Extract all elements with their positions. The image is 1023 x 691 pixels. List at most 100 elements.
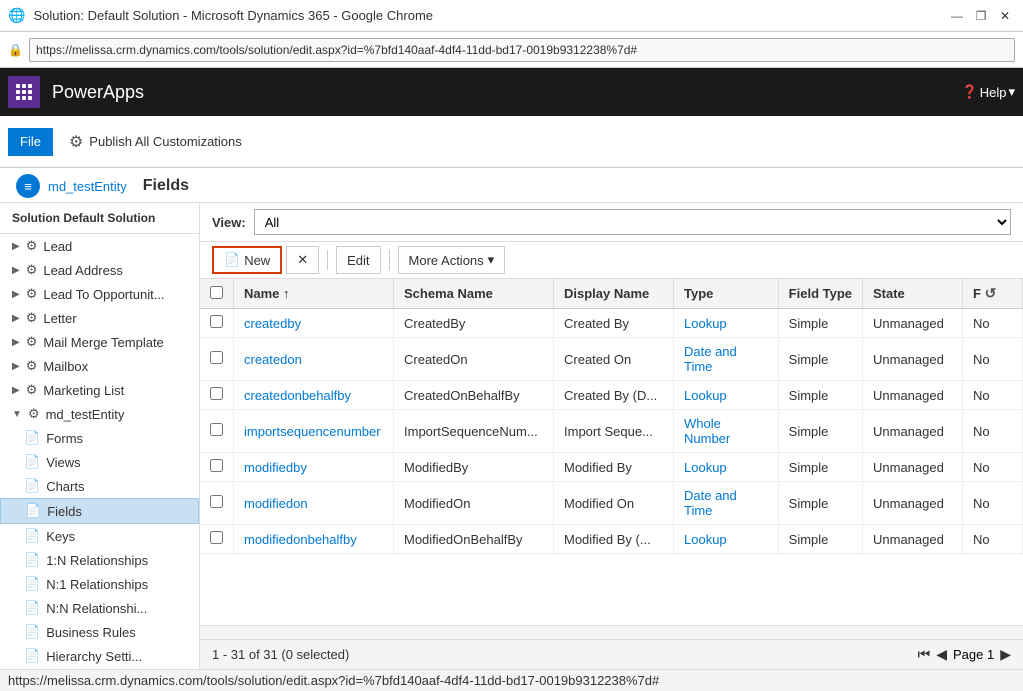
publish-button[interactable]: ⚙ Publish All Customizations [69, 132, 242, 152]
col-name[interactable]: Name ↑ [234, 279, 394, 309]
cell-state: Unmanaged [863, 525, 963, 554]
table-row[interactable]: createdonCreatedOnCreated OnDate and Tim… [200, 338, 1023, 381]
cell-link-name[interactable]: modifiedonbehalfby [244, 532, 357, 547]
cell-link-name[interactable]: createdonbehalfby [244, 388, 351, 403]
sidebar-item-business-rules[interactable]: 📄Business Rules [0, 620, 199, 644]
table-row[interactable]: modifiedbyModifiedByModified ByLookupSim… [200, 453, 1023, 482]
sidebar-item-lead-to-opp[interactable]: ▶⚙Lead To Opportunit... [0, 282, 199, 306]
cell-name[interactable]: createdon [234, 338, 394, 381]
cell-link-name[interactable]: createdon [244, 352, 302, 367]
sidebar: Solution Default Solution ▶⚙Lead▶⚙Lead A… [0, 203, 200, 669]
view-select[interactable]: All [254, 209, 1011, 235]
row-checkbox[interactable] [210, 531, 223, 544]
help-button[interactable]: ❓ Help ▾ [962, 84, 1015, 100]
row-checkbox[interactable] [210, 495, 223, 508]
cell-link-type[interactable]: Lookup [684, 316, 727, 331]
table-row[interactable]: createdbyCreatedByCreated ByLookupSimple… [200, 309, 1023, 338]
fields-table-container[interactable]: Name ↑ Schema Name Display Name Type Fie… [200, 279, 1023, 625]
breadcrumb-entity-link[interactable]: md_testEntity [48, 179, 127, 194]
cell-name[interactable]: createdby [234, 309, 394, 338]
cell-link-name[interactable]: modifiedby [244, 460, 307, 475]
expand-icon[interactable]: ▶ [12, 385, 20, 396]
cell-name[interactable]: importsequencenumber [234, 410, 394, 453]
sidebar-item-hierarchy-settings[interactable]: 📄Hierarchy Setti... [0, 644, 199, 668]
item-type-icon: ⚙ [26, 382, 38, 398]
sidebar-item-letter[interactable]: ▶⚙Letter [0, 306, 199, 330]
horizontal-scrollbar[interactable] [200, 625, 1023, 639]
row-checkbox[interactable] [210, 351, 223, 364]
sidebar-item-charts[interactable]: 📄Charts [0, 474, 199, 498]
cell-link-type[interactable]: Lookup [684, 460, 727, 475]
close-btn[interactable]: ✕ [995, 6, 1015, 26]
cell-name[interactable]: modifiedon [234, 482, 394, 525]
main-layout: Solution Default Solution ▶⚙Lead▶⚙Lead A… [0, 203, 1023, 669]
cell-link-name[interactable]: modifiedon [244, 496, 308, 511]
new-button[interactable]: 📄 New [212, 246, 282, 274]
sidebar-item-fields[interactable]: 📄Fields [0, 498, 199, 524]
cell-link-type[interactable]: Date and Time [684, 488, 737, 518]
cell-name[interactable]: modifiedonbehalfby [234, 525, 394, 554]
edit-button[interactable]: Edit [336, 246, 380, 274]
col-state[interactable]: State [863, 279, 963, 309]
expand-icon[interactable]: ▶ [12, 337, 20, 348]
table-row[interactable]: modifiedonbehalfbyModifiedOnBehalfByModi… [200, 525, 1023, 554]
sidebar-item-keys[interactable]: 📄Keys [0, 524, 199, 548]
more-actions-button[interactable]: More Actions ▾ [398, 246, 506, 274]
cell-link-name[interactable]: createdby [244, 316, 301, 331]
col-type[interactable]: Type [674, 279, 779, 309]
minimize-btn[interactable]: — [947, 6, 967, 26]
sidebar-item-1n-relationships[interactable]: 📄1:N Relationships [0, 548, 199, 572]
prev-page-button[interactable]: ◀ [936, 646, 947, 663]
table-row[interactable]: createdonbehalfbyCreatedOnBehalfByCreate… [200, 381, 1023, 410]
refresh-icon[interactable]: ↺ [985, 285, 997, 301]
expand-icon[interactable]: ▶ [12, 361, 20, 372]
sidebar-item-mailbox[interactable]: ▶⚙Mailbox [0, 354, 199, 378]
sidebar-item-marketing-list[interactable]: ▶⚙Marketing List [0, 378, 199, 402]
expand-icon[interactable]: ▼ [12, 409, 22, 420]
cell-f: No [963, 482, 1023, 525]
expand-icon[interactable]: ▶ [12, 289, 20, 300]
next-page-button[interactable]: ▶ [1000, 646, 1011, 663]
expand-icon[interactable]: ▶ [12, 241, 20, 252]
cell-name[interactable]: createdonbehalfby [234, 381, 394, 410]
waffle-menu-button[interactable] [8, 76, 40, 108]
cell-link-name[interactable]: importsequencenumber [244, 424, 381, 439]
sidebar-item-forms[interactable]: 📄Forms [0, 426, 199, 450]
sidebar-item-lead-address[interactable]: ▶⚙Lead Address [0, 258, 199, 282]
cell-link-type[interactable]: Lookup [684, 388, 727, 403]
file-button[interactable]: File [8, 128, 53, 156]
cell-fieldType: Simple [778, 525, 862, 554]
first-page-button[interactable]: ⏮ [918, 646, 931, 663]
select-all-checkbox[interactable] [210, 286, 223, 299]
col-checkbox[interactable] [200, 279, 234, 309]
cell-link-type[interactable]: Whole Number [684, 416, 730, 446]
row-checkbox[interactable] [210, 315, 223, 328]
sidebar-item-md-test-entity[interactable]: ▼⚙md_testEntity [0, 402, 199, 426]
sidebar-item-n1-relationships[interactable]: 📄N:1 Relationships [0, 572, 199, 596]
col-f[interactable]: F ↺ [963, 279, 1023, 309]
sidebar-item-label: Views [46, 455, 80, 470]
row-checkbox[interactable] [210, 423, 223, 436]
sidebar-item-mail-merge[interactable]: ▶⚙Mail Merge Template [0, 330, 199, 354]
cell-name[interactable]: modifiedby [234, 453, 394, 482]
expand-icon[interactable]: ▶ [12, 313, 20, 324]
address-input[interactable] [29, 38, 1015, 62]
cell-schemaName: CreatedOnBehalfBy [394, 381, 554, 410]
col-schema-name[interactable]: Schema Name [394, 279, 554, 309]
table-row[interactable]: importsequencenumberImportSequenceNum...… [200, 410, 1023, 453]
ribbon: File ⚙ Publish All Customizations [0, 116, 1023, 168]
row-checkbox[interactable] [210, 387, 223, 400]
sidebar-item-views[interactable]: 📄Views [0, 450, 199, 474]
sidebar-item-nn-relationships[interactable]: 📄N:N Relationshi... [0, 596, 199, 620]
col-display-name[interactable]: Display Name [554, 279, 674, 309]
cell-link-type[interactable]: Lookup [684, 532, 727, 547]
expand-icon[interactable]: ▶ [12, 265, 20, 276]
table-row[interactable]: modifiedonModifiedOnModified OnDate and … [200, 482, 1023, 525]
cell-schemaName: CreatedOn [394, 338, 554, 381]
delete-button[interactable]: ✕ [286, 246, 319, 274]
row-checkbox[interactable] [210, 459, 223, 472]
col-field-type[interactable]: Field Type [778, 279, 862, 309]
cell-link-type[interactable]: Date and Time [684, 344, 737, 374]
restore-btn[interactable]: ❐ [971, 6, 991, 26]
sidebar-item-lead[interactable]: ▶⚙Lead [0, 234, 199, 258]
